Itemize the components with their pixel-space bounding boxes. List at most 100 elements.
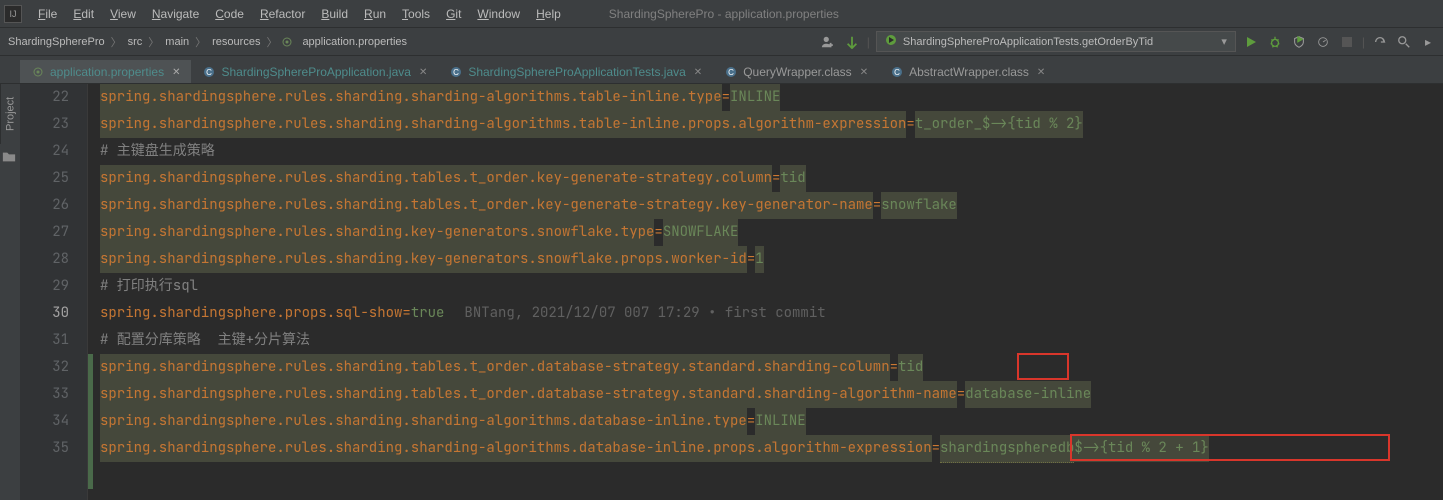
menu-file[interactable]: File <box>30 7 65 21</box>
java-class-icon: C <box>202 65 216 79</box>
menu-code[interactable]: Code <box>207 7 252 21</box>
profile-button[interactable] <box>1314 33 1332 51</box>
code-line-25[interactable]: spring.shardingsphere.rules.sharding.tab… <box>100 165 1443 192</box>
tab-label: AbstractWrapper.class <box>909 65 1029 79</box>
breadcrumb[interactable]: ShardingSpherePro〉src〉main〉resources〉app… <box>6 34 409 50</box>
chevron-icon: 〉 <box>195 34 206 50</box>
equals: = <box>957 381 965 408</box>
close-icon[interactable]: ✕ <box>419 67 427 78</box>
line-number: 32 <box>20 354 69 381</box>
menu-help[interactable]: Help <box>528 7 569 21</box>
prop-key: spring.shardingsphere.rules.sharding.key… <box>100 219 654 246</box>
prop-key: spring.shardingsphere.rules.sharding.key… <box>100 246 747 273</box>
tab-label: application.properties <box>50 65 164 79</box>
line-number: 23 <box>20 111 69 138</box>
code-line-35[interactable]: spring.shardingsphere.rules.sharding.sha… <box>100 435 1443 462</box>
run-config-select[interactable]: ShardingSphereProApplicationTests.getOrd… <box>876 31 1236 52</box>
code-line-26[interactable]: spring.shardingsphere.rules.sharding.tab… <box>100 192 1443 219</box>
crumb-0[interactable]: ShardingSpherePro <box>6 36 107 48</box>
equals: = <box>873 192 881 219</box>
tab-label: ShardingSphereProApplicationTests.java <box>468 65 685 79</box>
svg-text:C: C <box>894 68 900 77</box>
svg-text:C: C <box>453 68 459 77</box>
line-number: 27 <box>20 219 69 246</box>
editor[interactable]: 2223242526272829303132333435 spring.shar… <box>20 84 1443 500</box>
equals: = <box>654 219 662 246</box>
menu-build[interactable]: Build <box>313 7 356 21</box>
line-number: 29 <box>20 273 69 300</box>
line-number: 31 <box>20 327 69 354</box>
stop-button[interactable] <box>1338 33 1356 51</box>
crumb-2[interactable]: main <box>163 36 191 48</box>
prop-key: spring.shardingsphere.rules.sharding.sha… <box>100 111 906 138</box>
menu-navigate[interactable]: Navigate <box>144 7 207 21</box>
code-line-31[interactable]: # 配置分库策略 主键+分片算法 <box>100 327 1443 354</box>
tab-0[interactable]: application.properties ✕ <box>20 60 191 83</box>
code-line-27[interactable]: spring.shardingsphere.rules.sharding.key… <box>100 219 1443 246</box>
menu-tools[interactable]: Tools <box>394 7 438 21</box>
scroll-stripe[interactable] <box>1433 84 1443 500</box>
prop-value: INLINE <box>755 408 805 435</box>
code-line-23[interactable]: spring.shardingsphere.rules.sharding.sha… <box>100 111 1443 138</box>
code-line-22[interactable]: spring.shardingsphere.rules.sharding.sha… <box>100 84 1443 111</box>
prop-key: spring.shardingsphere.rules.sharding.tab… <box>100 381 957 408</box>
class-file-icon: C <box>890 65 904 79</box>
git-pull-icon[interactable] <box>843 33 861 51</box>
close-icon[interactable]: ✕ <box>860 67 868 78</box>
close-icon[interactable]: ✕ <box>172 67 180 78</box>
code-line-32[interactable]: spring.shardingsphere.rules.sharding.tab… <box>100 354 1443 381</box>
side-tab-project[interactable]: Project <box>0 84 20 144</box>
line-number: 35 <box>20 435 69 462</box>
crumb-1[interactable]: src <box>126 36 145 48</box>
menu-view[interactable]: View <box>102 7 144 21</box>
prop-key: spring.shardingsphere.rules.sharding.tab… <box>100 354 890 381</box>
line-number: 30 <box>20 300 69 327</box>
menu-window[interactable]: Window <box>469 7 528 21</box>
menu-edit[interactable]: Edit <box>65 7 102 21</box>
comment: # 配置分库策略 主键+分片算法 <box>100 327 310 354</box>
gutter: 2223242526272829303132333435 <box>20 84 88 500</box>
editor-tabs: application.properties✕CShardingSpherePr… <box>0 56 1443 84</box>
coverage-button[interactable] <box>1290 33 1308 51</box>
run-button[interactable] <box>1242 33 1260 51</box>
user-icon[interactable] <box>819 33 837 51</box>
comment: # 主键盘生成策略 <box>100 138 215 165</box>
prop-key: spring.shardingsphere.rules.sharding.sha… <box>100 408 747 435</box>
code-line-34[interactable]: spring.shardingsphere.rules.sharding.sha… <box>100 408 1443 435</box>
code-line-30[interactable]: spring.shardingsphere.props.sql-show=tru… <box>100 300 1443 327</box>
tab-1[interactable]: CShardingSphereProApplication.java✕ <box>191 60 438 83</box>
search-icon[interactable] <box>1395 33 1413 51</box>
chevron-icon: 〉 <box>266 34 277 50</box>
menu-run[interactable]: Run <box>356 7 394 21</box>
equals: = <box>747 246 755 273</box>
equals: = <box>402 300 410 327</box>
code-line-28[interactable]: spring.shardingsphere.rules.sharding.key… <box>100 246 1443 273</box>
tab-2[interactable]: C ShardingSphereProApplicationTests.java ✕ <box>438 60 713 83</box>
prop-value: INLINE <box>730 84 780 111</box>
code-line-33[interactable]: spring.shardingsphere.rules.sharding.tab… <box>100 381 1443 408</box>
git-update-icon[interactable] <box>1371 33 1389 51</box>
menu-refactor[interactable]: Refactor <box>252 7 313 21</box>
crumb-3[interactable]: resources <box>210 36 262 48</box>
debug-button[interactable] <box>1266 33 1284 51</box>
tab-4[interactable]: C AbstractWrapper.class ✕ <box>879 60 1056 83</box>
app-icon: IJ <box>4 5 22 23</box>
menu-git[interactable]: Git <box>438 7 469 21</box>
prop-value: t_order_$->{tid % 2} <box>915 111 1083 138</box>
line-number: 25 <box>20 165 69 192</box>
equals: = <box>747 408 755 435</box>
toolbar: ShardingSpherePro〉src〉main〉resources〉app… <box>0 28 1443 56</box>
close-icon[interactable]: ✕ <box>694 67 702 78</box>
vcs-change-marker[interactable] <box>88 354 93 489</box>
close-icon[interactable]: ✕ <box>1037 67 1045 78</box>
prop-value: tid <box>898 354 923 381</box>
prop-value: SNOWFLAKE <box>663 219 739 246</box>
more-icon[interactable]: ▸ <box>1419 33 1437 51</box>
crumb-4[interactable]: application.properties <box>300 36 409 48</box>
prop-value-post: $->{tid % 2 + 1} <box>1074 435 1208 462</box>
tab-3[interactable]: CQueryWrapper.class✕ <box>713 60 879 83</box>
code-line-24[interactable]: # 主键盘生成策略 <box>100 138 1443 165</box>
code-line-29[interactable]: # 打印执行sql <box>100 273 1443 300</box>
vcs-annotation: BNTang, 2021/12/07 007 17:29 • first com… <box>444 300 825 327</box>
code-area[interactable]: spring.shardingsphere.rules.sharding.sha… <box>88 84 1443 500</box>
